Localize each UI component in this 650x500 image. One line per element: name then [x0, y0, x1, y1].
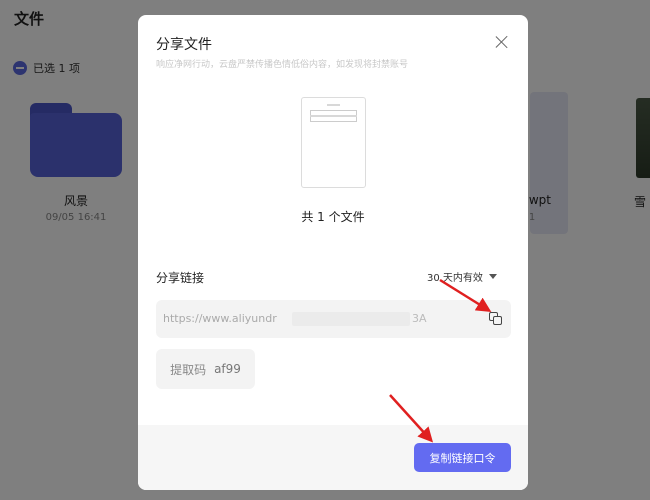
- file-thumbnail: [301, 97, 366, 188]
- validity-value: 30 天内有效: [427, 273, 483, 284]
- extract-code-label: 提取码: [170, 362, 207, 377]
- dialog-footer: 复制链接口令: [138, 425, 528, 490]
- copy-icon-front: [493, 316, 502, 325]
- extract-code-box: 提取码 af99: [156, 349, 255, 389]
- share-dialog: 分享文件 响应净网行动，云盘严禁传播色情低俗内容，如发现将封禁账号 共 1 个文…: [138, 15, 528, 490]
- validity-select[interactable]: 30 天内有效: [427, 269, 497, 284]
- share-link-url: https://www.aliyundr: [163, 312, 277, 325]
- redacted-link-segment: [292, 312, 410, 326]
- share-link-suffix: 3A: [412, 312, 427, 325]
- copy-icon[interactable]: [489, 312, 503, 326]
- dialog-title: 分享文件: [156, 37, 212, 53]
- file-count: 共 1 个文件: [301, 210, 365, 224]
- close-icon[interactable]: [494, 34, 510, 50]
- share-link-label: 分享链接: [156, 271, 205, 285]
- thumb-line: [310, 115, 357, 117]
- share-link-field[interactable]: https://www.aliyundr 3A: [156, 300, 511, 338]
- thumb-line: [327, 104, 340, 106]
- extract-code-value: af99: [214, 362, 241, 376]
- copy-link-token-button[interactable]: 复制链接口令: [414, 443, 511, 472]
- chevron-down-icon: [488, 274, 497, 279]
- dialog-warning: 响应净网行动，云盘严禁传播色情低俗内容，如发现将封禁账号: [156, 60, 409, 70]
